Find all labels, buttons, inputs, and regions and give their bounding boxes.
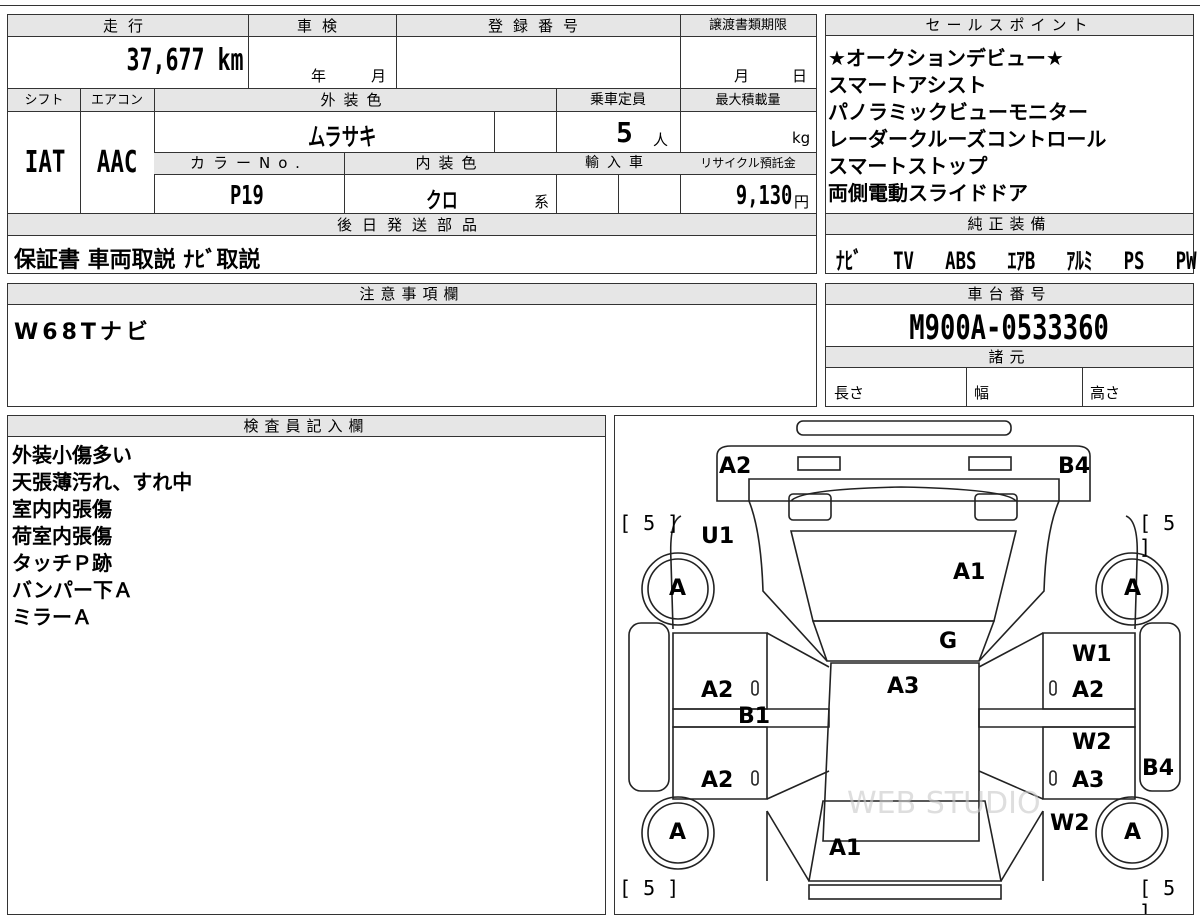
capacity-label: 乗車定員	[590, 92, 646, 108]
inspector-line: 室内内張傷	[12, 497, 112, 521]
equipment-item: ﾅﾋﾞ	[836, 247, 862, 275]
tire-condition-rear-left: A	[669, 820, 687, 845]
recycle-label: リサイクル預託金	[700, 156, 796, 170]
capacity-value: 5	[616, 116, 633, 149]
tire-condition-rear-right: A	[1124, 820, 1142, 845]
inspector-notes: 外装小傷多い 天張薄汚れ、すれ中 室内内張傷 荷室内張傷 タッチＰ跡 バンパー下…	[12, 442, 192, 631]
max-load-unit: kg	[792, 129, 811, 147]
notes-label: 注意事項欄	[8, 284, 816, 305]
notes-box: 注意事項欄 W68Tナビ	[7, 283, 817, 407]
damage-mark: A2	[719, 454, 752, 479]
inspector-line: 荷室内張傷	[12, 524, 112, 548]
damage-mark: B4	[1142, 756, 1175, 781]
sales-point-item: レーダークルーズコントロール	[828, 127, 1107, 151]
genuine-equipment-list: ﾅﾋﾞ TV ABS ｴｱB ｱﾙﾐ PS PW	[836, 241, 1196, 276]
equipment-item: ABS	[945, 247, 977, 275]
capacity-unit: 人	[653, 131, 669, 149]
shift-value: IAT	[24, 145, 66, 180]
damage-mark: W1	[1072, 642, 1112, 667]
tire-condition-front-right: A	[1124, 576, 1142, 601]
aircon-label: エアコン	[90, 93, 143, 108]
inspector-line: 天張薄汚れ、すれ中	[12, 470, 193, 494]
sales-points-label: セールスポイント	[826, 15, 1193, 36]
sales-point-item: スマートアシスト	[828, 73, 987, 97]
registration-label: 登録番号	[487, 17, 588, 35]
genuine-equipment-label: 純正装備	[826, 214, 1193, 235]
damage-mark: W2	[1072, 730, 1112, 755]
sales-points-list: ★オークションデビュー★ スマートアシスト パノラミックビューモニター レーダー…	[828, 45, 1190, 207]
interior-color-suffix: 系	[534, 193, 550, 211]
sales-point-item: スマートストップ	[828, 154, 988, 178]
inspection-year-unit: 年	[311, 67, 327, 85]
color-no-value: P19	[230, 181, 264, 211]
equipment-item: PS	[1123, 247, 1145, 275]
equipment-item: ｴｱB	[1007, 247, 1036, 275]
tire-tread-rear-left: [ 5 ]	[619, 876, 680, 900]
damage-diagram: WEB STUDIO [ 5 ] [ 5 ] [ 5 ] [ 5 ] A A A…	[614, 415, 1194, 915]
inspector-line: ミラーＡ	[12, 605, 92, 629]
shift-label: シフト	[24, 93, 64, 108]
damage-mark: A1	[829, 836, 862, 861]
vehicle-info-table: 走行 車検 登録番号 譲渡書類期限 37,677 km 年 月 月 日 シフト …	[7, 14, 817, 274]
top-edge	[0, 0, 1200, 6]
later-parts-value: 保証書 車両取説 ﾅﾋﾞ取説	[14, 248, 261, 273]
recycle-value: 9,130	[735, 181, 792, 211]
exterior-color-label: 外装色	[320, 91, 390, 109]
inspector-box: 検査員記入欄 外装小傷多い 天張薄汚れ、すれ中 室内内張傷 荷室内張傷 タッチＰ…	[7, 415, 606, 915]
specs-label: 諸元	[826, 346, 1193, 368]
damage-mark: G	[939, 629, 958, 654]
sales-point-item: パノラミックビューモニター	[828, 100, 1088, 124]
equipment-item: PW	[1175, 247, 1197, 275]
spec-width-label: 幅	[974, 384, 990, 402]
tire-tread-front-left: [ 5 ]	[619, 511, 680, 535]
chassis-label: 車台番号	[826, 284, 1193, 305]
notes-value: W68Tナビ	[14, 320, 152, 345]
deadline-day-unit: 日	[792, 67, 808, 85]
recycle-unit: 円	[794, 193, 810, 211]
damage-mark: A3	[887, 674, 920, 699]
registration-value	[400, 41, 676, 85]
chassis-number: M900A-0533360	[909, 308, 1110, 348]
damage-mark: A2	[701, 768, 734, 793]
transfer-deadline-label: 譲渡書類期限	[708, 18, 787, 33]
aircon-value: AAC	[96, 145, 138, 180]
sales-point-item: ★オークションデビュー★	[828, 46, 1064, 70]
equipment-item: ｱﾙﾐ	[1066, 247, 1093, 275]
inspection-month-unit: 月	[371, 67, 387, 85]
tire-tread-front-right: [ 5 ]	[1139, 511, 1176, 559]
sales-point-item: 両側電動スライドドア	[828, 181, 1028, 205]
inspector-line: バンパー下Ａ	[12, 578, 133, 602]
inspector-line: タッチＰ跡	[12, 551, 112, 575]
tire-tread-rear-right: [ 5 ]	[1139, 876, 1176, 915]
damage-mark: A3	[1072, 768, 1105, 793]
interior-color-value: クロ	[426, 189, 458, 214]
damage-mark: B4	[1058, 454, 1091, 479]
inspector-label: 検査員記入欄	[8, 416, 605, 437]
damage-mark: B1	[738, 704, 771, 729]
import-label: 輸入車	[585, 155, 651, 171]
sales-points-box: セールスポイント ★オークションデビュー★ スマートアシスト パノラミックビュー…	[825, 14, 1196, 276]
max-load-label: 最大積載量	[715, 93, 781, 108]
later-parts-label: 後日発送部品	[8, 214, 816, 236]
mileage-value: 37,677 km	[126, 43, 244, 78]
damage-mark: W2	[1050, 811, 1090, 836]
inspection-label: 車検	[296, 17, 347, 35]
mileage-label: 走行	[102, 17, 153, 35]
damage-mark: A2	[701, 678, 734, 703]
deadline-month-unit: 月	[734, 67, 750, 85]
interior-color-label: 内装色	[415, 154, 485, 172]
chassis-box: 車台番号 M900A-0533360 諸元 長さ 幅 高さ	[825, 283, 1194, 407]
spec-height-label: 高さ	[1090, 384, 1121, 402]
color-no-label: カラーNo.	[190, 154, 308, 172]
equipment-item: TV	[893, 247, 914, 275]
inspector-line: 外装小傷多い	[12, 443, 132, 467]
damage-mark: A2	[1072, 678, 1105, 703]
damage-mark: U1	[701, 524, 735, 549]
spec-length-label: 長さ	[834, 384, 865, 402]
exterior-color-value: ムラサキ	[308, 123, 377, 151]
tire-condition-front-left: A	[669, 576, 687, 601]
watermark: WEB STUDIO	[847, 786, 1041, 821]
damage-mark: A1	[953, 560, 986, 585]
